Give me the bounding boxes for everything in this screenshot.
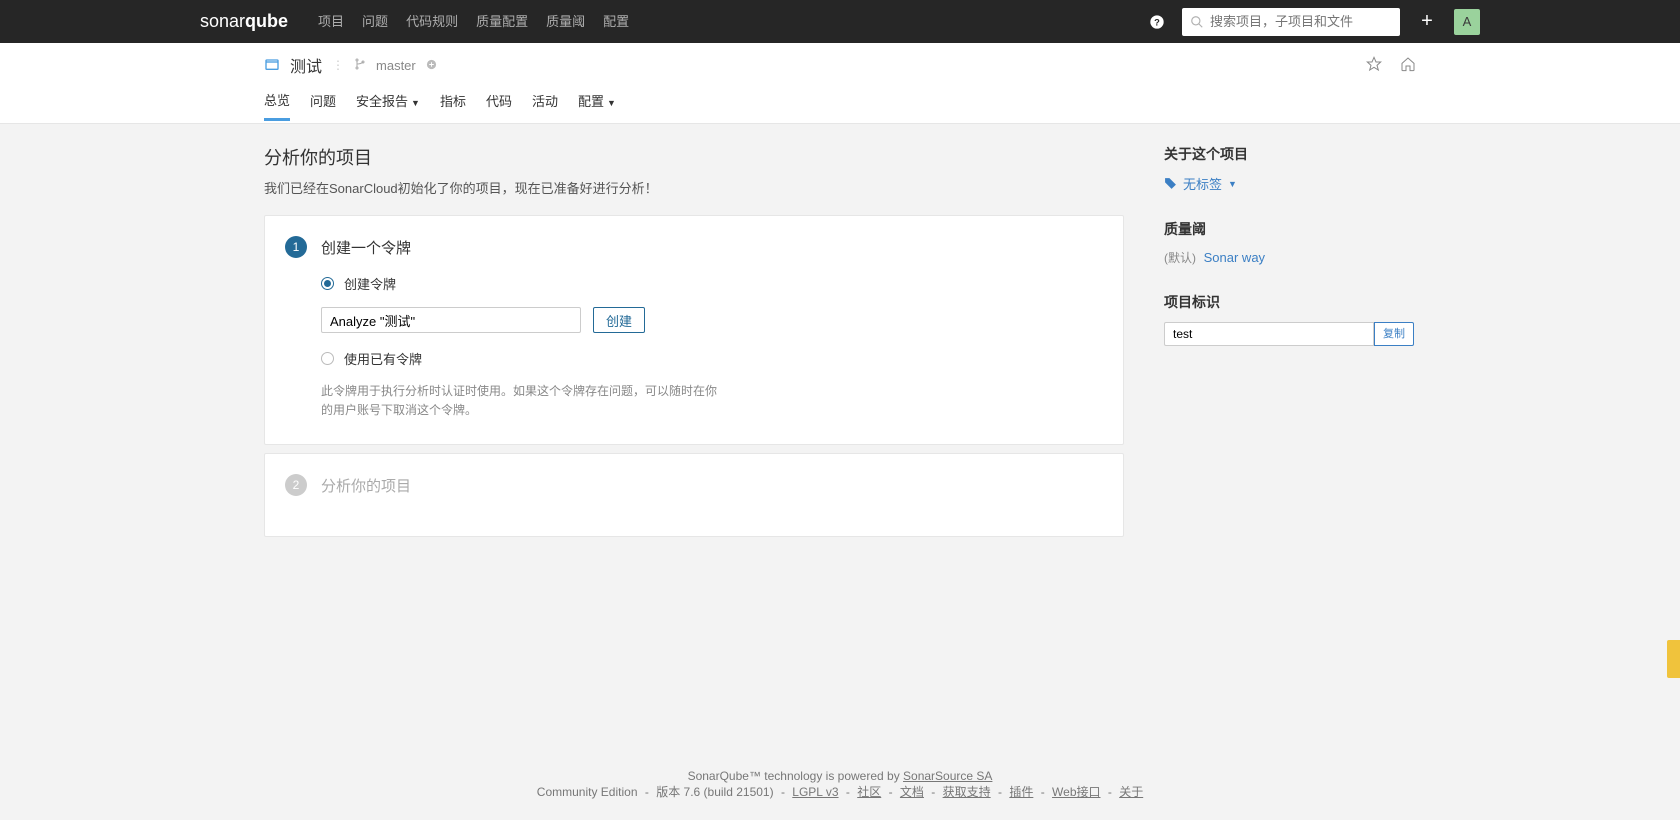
step-1-card: 1 创建一个令牌 创建令牌 创建 使用已有令牌 此令牌用于执行分析时认证时使用。…	[264, 215, 1124, 445]
footer-tech-text: SonarQube™ technology is powered by	[688, 769, 903, 783]
page-description: 我们已经在SonarCloud初始化了你的项目，现在已准备好进行分析！	[264, 178, 1124, 197]
quality-gate-title: 质量阈	[1164, 219, 1414, 239]
token-name-input[interactable]	[321, 307, 581, 333]
project-header: 测试 ⋮ master 总览 问题 安全报告▼ 指标 代码 活动 配置▼	[0, 43, 1680, 124]
radio-create-token[interactable]: 创建令牌	[321, 274, 1103, 293]
radio-icon	[321, 277, 334, 290]
nav-quality-profiles[interactable]: 质量配置	[467, 0, 537, 43]
no-tags-label: 无标签	[1183, 174, 1222, 193]
nav-rules[interactable]: 代码规则	[397, 0, 467, 43]
top-navbar: sonarqube 项目 问题 代码规则 质量配置 质量阈 配置 ? + A	[0, 0, 1680, 43]
branch-icon	[354, 58, 366, 73]
step-1-number: 1	[285, 236, 307, 258]
footer-api[interactable]: Web接口	[1052, 785, 1100, 799]
project-name[interactable]: 测试	[290, 53, 322, 77]
tab-settings[interactable]: 配置▼	[578, 91, 616, 119]
tab-code[interactable]: 代码	[486, 91, 512, 119]
step-2-card: 2 分析你的项目	[264, 453, 1124, 537]
radio-existing-token[interactable]: 使用已有令牌	[321, 349, 1103, 368]
page-title: 分析你的项目	[264, 144, 1124, 170]
footer-plugins[interactable]: 插件	[1009, 785, 1033, 799]
radio-create-label: 创建令牌	[344, 274, 396, 293]
help-icon[interactable]: ?	[1144, 9, 1170, 35]
side-indicator[interactable]	[1667, 640, 1680, 678]
project-key-title: 项目标识	[1164, 292, 1414, 312]
footer-support[interactable]: 获取支持	[943, 785, 991, 799]
footer-community[interactable]: 社区	[857, 785, 881, 799]
radio-icon	[321, 352, 334, 365]
home-icon[interactable]	[1400, 56, 1416, 75]
nav-projects[interactable]: 项目	[309, 0, 353, 43]
footer-about[interactable]: 关于	[1119, 785, 1143, 799]
footer-license[interactable]: LGPL v3	[792, 785, 838, 799]
project-tabs: 总览 问题 安全报告▼ 指标 代码 活动 配置▼	[264, 87, 1416, 123]
chevron-down-icon: ▼	[607, 98, 616, 108]
quality-gate-link[interactable]: Sonar way	[1204, 250, 1265, 265]
chevron-down-icon: ▼	[1228, 179, 1237, 189]
create-token-button[interactable]: 创建	[593, 307, 645, 333]
footer-version: 版本 7.6 (build 21501)	[656, 785, 773, 799]
svg-text:?: ?	[1154, 17, 1160, 27]
nav-quality-gates[interactable]: 质量阈	[537, 0, 594, 43]
create-button[interactable]: +	[1414, 9, 1440, 35]
token-help-text: 此令牌用于执行分析时认证时使用。如果这个令牌存在问题，可以随时在你的用户账号下取…	[321, 382, 721, 420]
tab-activity[interactable]: 活动	[532, 91, 558, 119]
nav-admin[interactable]: 配置	[594, 0, 638, 43]
favorite-icon[interactable]	[1366, 56, 1382, 75]
project-icon	[264, 56, 280, 75]
project-key-input[interactable]	[1164, 322, 1374, 346]
branch-sep: ⋮	[332, 58, 344, 72]
primary-nav: 项目 问题 代码规则 质量配置 质量阈 配置	[309, 0, 638, 43]
radio-existing-label: 使用已有令牌	[344, 349, 422, 368]
about-title: 关于这个项目	[1164, 144, 1414, 164]
tab-security[interactable]: 安全报告▼	[356, 91, 420, 119]
footer-edition: Community Edition	[537, 785, 638, 799]
logo-part1: sonar	[200, 11, 245, 32]
step-2-title: 分析你的项目	[321, 475, 411, 496]
search-icon	[1190, 15, 1204, 29]
copy-key-button[interactable]: 复制	[1374, 322, 1414, 346]
global-search[interactable]	[1182, 8, 1400, 36]
main-content: 分析你的项目 我们已经在SonarCloud初始化了你的项目，现在已准备好进行分…	[260, 124, 1420, 755]
avatar[interactable]: A	[1454, 9, 1480, 35]
step-2-number: 2	[285, 474, 307, 496]
tags-link[interactable]: 无标签 ▼	[1164, 174, 1414, 193]
logo[interactable]: sonarqube	[200, 11, 291, 32]
footer: SonarQube™ technology is powered by Sona…	[0, 755, 1680, 820]
chevron-down-icon: ▼	[411, 98, 420, 108]
search-input[interactable]	[1210, 14, 1392, 29]
sonarsource-link[interactable]: SonarSource SA	[903, 769, 992, 783]
qg-default-label: (默认)	[1164, 251, 1196, 265]
footer-docs[interactable]: 文档	[900, 785, 924, 799]
tab-issues[interactable]: 问题	[310, 91, 336, 119]
nav-issues[interactable]: 问题	[353, 0, 397, 43]
step-1-title: 创建一个令牌	[321, 237, 411, 258]
branch-name[interactable]: master	[376, 58, 416, 73]
logo-part2: qube	[245, 11, 288, 32]
tag-icon	[1164, 177, 1177, 190]
tab-overview[interactable]: 总览	[264, 90, 290, 121]
sidebar: 关于这个项目 无标签 ▼ 质量阈 (默认) Sonar way 项目标识 复制	[1164, 144, 1414, 715]
add-branch-icon[interactable]	[426, 58, 437, 73]
tab-measures[interactable]: 指标	[440, 91, 466, 119]
